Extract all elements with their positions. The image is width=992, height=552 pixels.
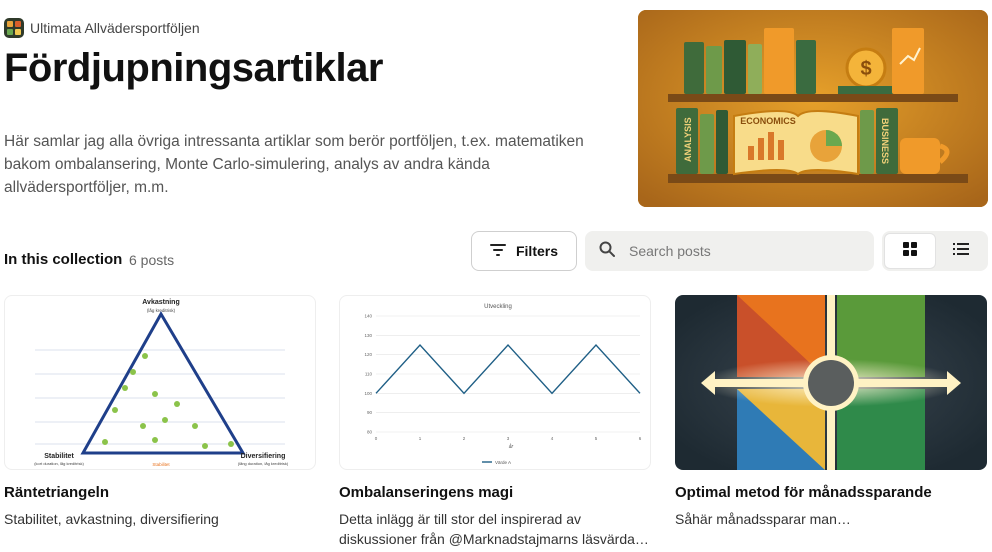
line-chart: Utveckling 80 90 100 110 120 130 140 0 1 2 3 4 5 6 å… <box>364 304 642 465</box>
post-title[interactable]: Räntetriangeln <box>4 484 316 501</box>
triangle-right-sub: (lång duration, låg kreditrisk) <box>238 461 289 466</box>
filter-icon <box>489 243 506 260</box>
chart-x-tick-label: 6 <box>639 436 642 441</box>
list-view-button[interactable] <box>936 233 986 269</box>
post-title[interactable]: Ombalanseringens magi <box>339 484 651 501</box>
filters-label: Filters <box>515 243 558 259</box>
hero-book-economics: ECONOMICS <box>740 116 796 126</box>
triangle-left-sub: (kort duration, låg kreditrisk) <box>34 461 84 466</box>
filters-button[interactable]: Filters <box>471 231 577 271</box>
grid-icon <box>903 241 917 261</box>
post-card[interactable]: Avkastning (låg kreditrisk) Stabilitet (… <box>4 295 316 529</box>
list-icon <box>953 242 969 260</box>
chart-y-tick-label: 100 <box>364 391 372 396</box>
chart-y-tick-label: 80 <box>367 430 373 435</box>
search-icon <box>599 241 615 262</box>
chart-x-tick-label: 0 <box>375 436 378 441</box>
site-brand[interactable]: Ultimata Allvädersportföljen <box>4 18 200 38</box>
chart-x-label: år <box>509 443 514 450</box>
post-card[interactable]: Utveckling 80 90 100 110 120 130 140 0 1 2 3 4 5 6 å… <box>339 295 651 549</box>
chart-x-tick-label: 2 <box>463 436 466 441</box>
site-name: Ultimata Allvädersportföljen <box>30 20 200 36</box>
post-thumbnail <box>675 295 987 470</box>
chart-x-tick-label: 1 <box>419 436 422 441</box>
post-title[interactable]: Optimal metod för månadssparande <box>675 484 987 501</box>
chart-y-tick-label: 130 <box>364 333 372 338</box>
hero-book-analysis: ANALYSIS <box>683 117 693 162</box>
svg-text:$: $ <box>860 58 871 80</box>
triangle-bottom-tag: Stabilitet <box>152 462 170 467</box>
post-excerpt: Såhär månadssparar man… <box>675 511 851 527</box>
chart-x-tick-label: 5 <box>595 436 598 441</box>
triangle-top-label: Avkastning <box>142 299 179 306</box>
view-toggle[interactable] <box>882 231 988 271</box>
chart-series-line <box>375 343 641 395</box>
post-card[interactable]: Optimal metod för månadssparande Såhär m… <box>675 295 987 529</box>
chart-y-tick-label: 90 <box>367 410 373 415</box>
chart-y-tick-label: 140 <box>364 314 372 319</box>
hero-image: $ ANALYSIS ECONOMICS BUSINESS <box>638 10 988 207</box>
post-count: 6 posts <box>129 252 175 268</box>
chart-y-tick-label: 120 <box>364 352 372 357</box>
search-input[interactable] <box>629 243 849 259</box>
post-thumbnail: Utveckling 80 90 100 110 120 130 140 0 1 2 3 4 5 6 å… <box>339 295 651 470</box>
search-box[interactable] <box>585 231 874 271</box>
chart-x-tick-label: 4 <box>551 436 554 441</box>
grid-view-button[interactable] <box>884 233 936 269</box>
chart-legend-label: Värde A <box>495 460 511 465</box>
post-thumbnail: Avkastning (låg kreditrisk) Stabilitet (… <box>4 295 316 470</box>
post-excerpt: Detta inlägg är till stor del inspirerad… <box>339 511 649 547</box>
chart-title: Utveckling <box>484 304 512 310</box>
chart-x-tick-label: 3 <box>507 436 510 441</box>
chart-y-tick-label: 110 <box>365 372 373 377</box>
site-logo <box>4 18 24 38</box>
page-description: Här samlar jag alla övriga intressanta a… <box>4 133 584 196</box>
hero-book-business: BUSINESS <box>880 118 890 164</box>
page-title: Fördjupningsartiklar <box>4 46 383 90</box>
triangle-right-label: Diversifiering <box>241 453 286 460</box>
triangle-left-label: Stabilitet <box>44 453 74 460</box>
post-excerpt: Stabilitet, avkastning, diversifiering <box>4 511 219 527</box>
collection-label: In this collection <box>4 251 123 268</box>
